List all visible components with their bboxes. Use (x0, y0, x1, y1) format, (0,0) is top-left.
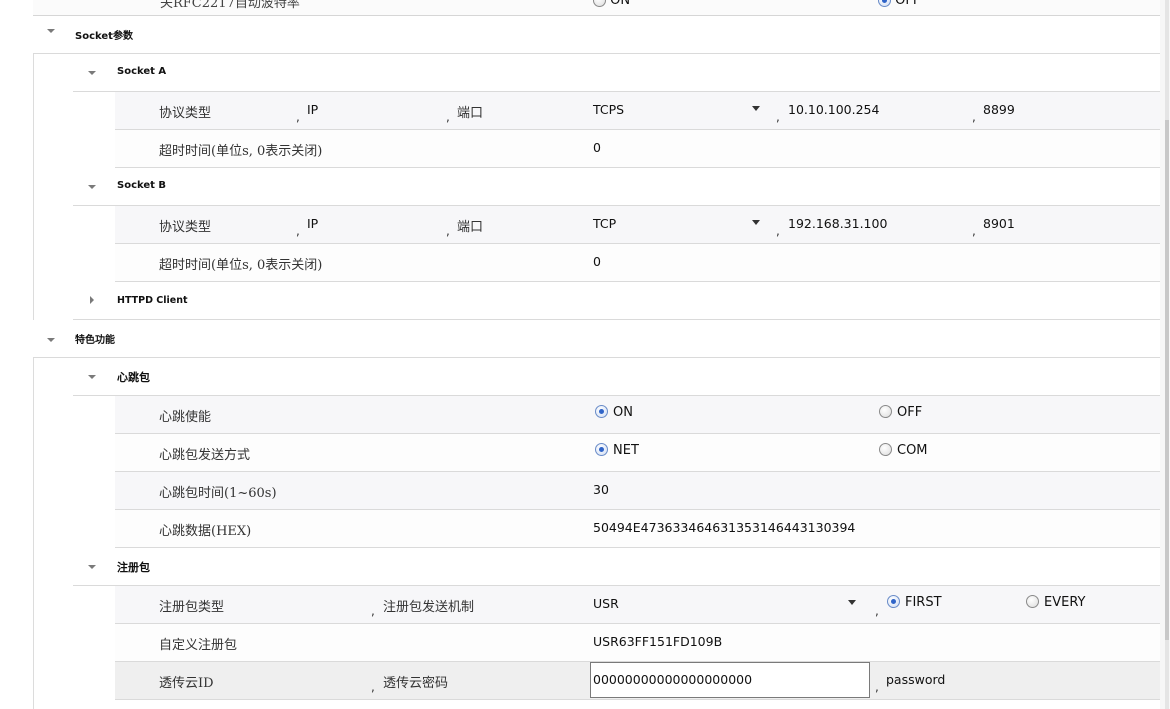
chevron-down-icon (88, 565, 96, 569)
radio-selected-icon (595, 405, 608, 418)
chevron-down-icon (47, 29, 55, 33)
label-heartbeat-enable: 心跳使能 (159, 410, 212, 425)
group-register[interactable]: 注册包 (73, 548, 1160, 586)
group-socket-a[interactable]: Socket A (73, 54, 1160, 92)
register-custom-row: 自定义注册包 USR63FF151FD109B (115, 624, 1160, 662)
label-register-type: 注册包类型 (159, 600, 225, 615)
heartbeat-data-row: 心跳数据(HEX) 50494E473633464631353146443130… (115, 510, 1160, 548)
heartbeat-mode-row: 心跳包发送方式 NET COM (115, 434, 1160, 472)
register-first-radio[interactable]: FIRST (887, 595, 942, 610)
label-port: 端口 (457, 106, 484, 121)
heartbeat-interval-field[interactable]: 30 (593, 482, 609, 497)
label-timeout: 超时时间(单位s, 0表示关闭) (159, 258, 323, 273)
register-type-select[interactable]: USR (593, 596, 619, 611)
timeout-field[interactable]: 0 (593, 254, 601, 269)
label-cloud-id: 透传云ID (159, 676, 214, 691)
label-cloud-password: 透传云密码 (383, 676, 449, 691)
cloud-row: 透传云ID , 透传云密码 00000000000000000000 , pas… (115, 662, 1160, 700)
heartbeat-data-field[interactable]: 50494E473633464631353146443130394 (593, 520, 855, 535)
register-every-radio[interactable]: EVERY (1026, 595, 1085, 610)
section-title: 特色功能 (75, 335, 115, 346)
label-protocol: 协议类型 (159, 106, 212, 121)
radio-icon (1026, 595, 1039, 608)
chevron-down-icon[interactable] (752, 106, 760, 111)
radio-selected-icon (887, 595, 900, 608)
group-title: HTTPD Client (117, 295, 188, 306)
heartbeat-interval-row: 心跳包时间(1~60s) 30 (115, 472, 1160, 510)
group-title: 注册包 (117, 561, 150, 574)
section-socket-params[interactable]: Socket参数 (33, 16, 1160, 54)
group-title: Socket B (117, 180, 167, 191)
label-heartbeat-data: 心跳数据(HEX) (159, 524, 252, 539)
label-register-mechanism: 注册包发送机制 (383, 600, 475, 615)
rfc2217-on-radio[interactable]: ON (593, 0, 630, 8)
group-socket-b[interactable]: Socket B (73, 168, 1160, 206)
rfc2217-row: 关RFC2217自动波特率 ON OFF (33, 0, 1160, 16)
label-port: 端口 (457, 220, 484, 235)
chevron-down-icon[interactable] (752, 220, 760, 225)
label-heartbeat-interval: 心跳包时间(1~60s) (159, 486, 277, 501)
rfc2217-off-radio[interactable]: OFF (878, 0, 920, 8)
ip-field[interactable]: 192.168.31.100 (788, 216, 887, 231)
socket-a-row1: 协议类型 , IP , 端口 TCPS , 10.10.100.254 , 88… (115, 92, 1160, 130)
radio-icon (879, 405, 892, 418)
socket-b-row1: 协议类型 , IP , 端口 TCP , 192.168.31.100 , 89… (115, 206, 1160, 244)
heartbeat-off-radio[interactable]: OFF (879, 405, 922, 420)
radio-icon (879, 443, 892, 456)
left-gutter (0, 0, 34, 709)
group-heartbeat[interactable]: 心跳包 (73, 358, 1160, 396)
heartbeat-enable-row: 心跳使能 ON OFF (115, 396, 1160, 434)
register-type-row: 注册包类型 , 注册包发送机制 USR , FIRST EVERY (115, 586, 1160, 624)
chevron-down-icon (47, 338, 55, 342)
rfc2217-label: 关RFC2217自动波特率 (160, 0, 300, 11)
chevron-down-icon[interactable] (848, 600, 856, 605)
group-title: 心跳包 (117, 371, 150, 384)
socket-b-row2: 超时时间(单位s, 0表示关闭) 0 (115, 244, 1160, 282)
heartbeat-net-radio[interactable]: NET (595, 443, 639, 458)
port-field[interactable]: 8899 (983, 102, 1015, 117)
section-features[interactable]: 特色功能 (33, 320, 1160, 358)
chevron-down-icon (88, 185, 96, 189)
chevron-down-icon (88, 71, 96, 75)
heartbeat-com-radio[interactable]: COM (879, 443, 928, 458)
chevron-down-icon (88, 375, 96, 379)
chevron-right-icon (90, 296, 94, 304)
protocol-select[interactable]: TCPS (593, 102, 624, 117)
label-timeout: 超时时间(单位s, 0表示关闭) (159, 144, 323, 159)
ip-field[interactable]: 10.10.100.254 (788, 102, 879, 117)
scrollbar-thumb[interactable] (1165, 120, 1169, 640)
socket-a-row2: 超时时间(单位s, 0表示关闭) 0 (115, 130, 1160, 168)
radio-icon (593, 0, 606, 7)
custom-register-field[interactable]: USR63FF151FD109B (593, 634, 722, 649)
cloud-id-value[interactable]: 00000000000000000000 (593, 672, 752, 687)
radio-selected-icon (878, 0, 891, 7)
label-ip: IP (307, 102, 319, 117)
heartbeat-on-radio[interactable]: ON (595, 405, 633, 420)
section-title: Socket参数 (75, 31, 133, 42)
label-heartbeat-mode: 心跳包发送方式 (159, 448, 251, 463)
group-httpd-client[interactable]: HTTPD Client (73, 282, 1160, 320)
protocol-select[interactable]: TCP (593, 216, 616, 231)
port-field[interactable]: 8901 (983, 216, 1015, 231)
radio-selected-icon (595, 443, 608, 456)
label-ip: IP (307, 216, 319, 231)
label-custom-register: 自定义注册包 (159, 638, 238, 653)
group-title: Socket A (117, 66, 167, 77)
timeout-field[interactable]: 0 (593, 140, 601, 155)
cloud-password-field[interactable]: password (886, 672, 945, 687)
label-protocol: 协议类型 (159, 220, 212, 235)
